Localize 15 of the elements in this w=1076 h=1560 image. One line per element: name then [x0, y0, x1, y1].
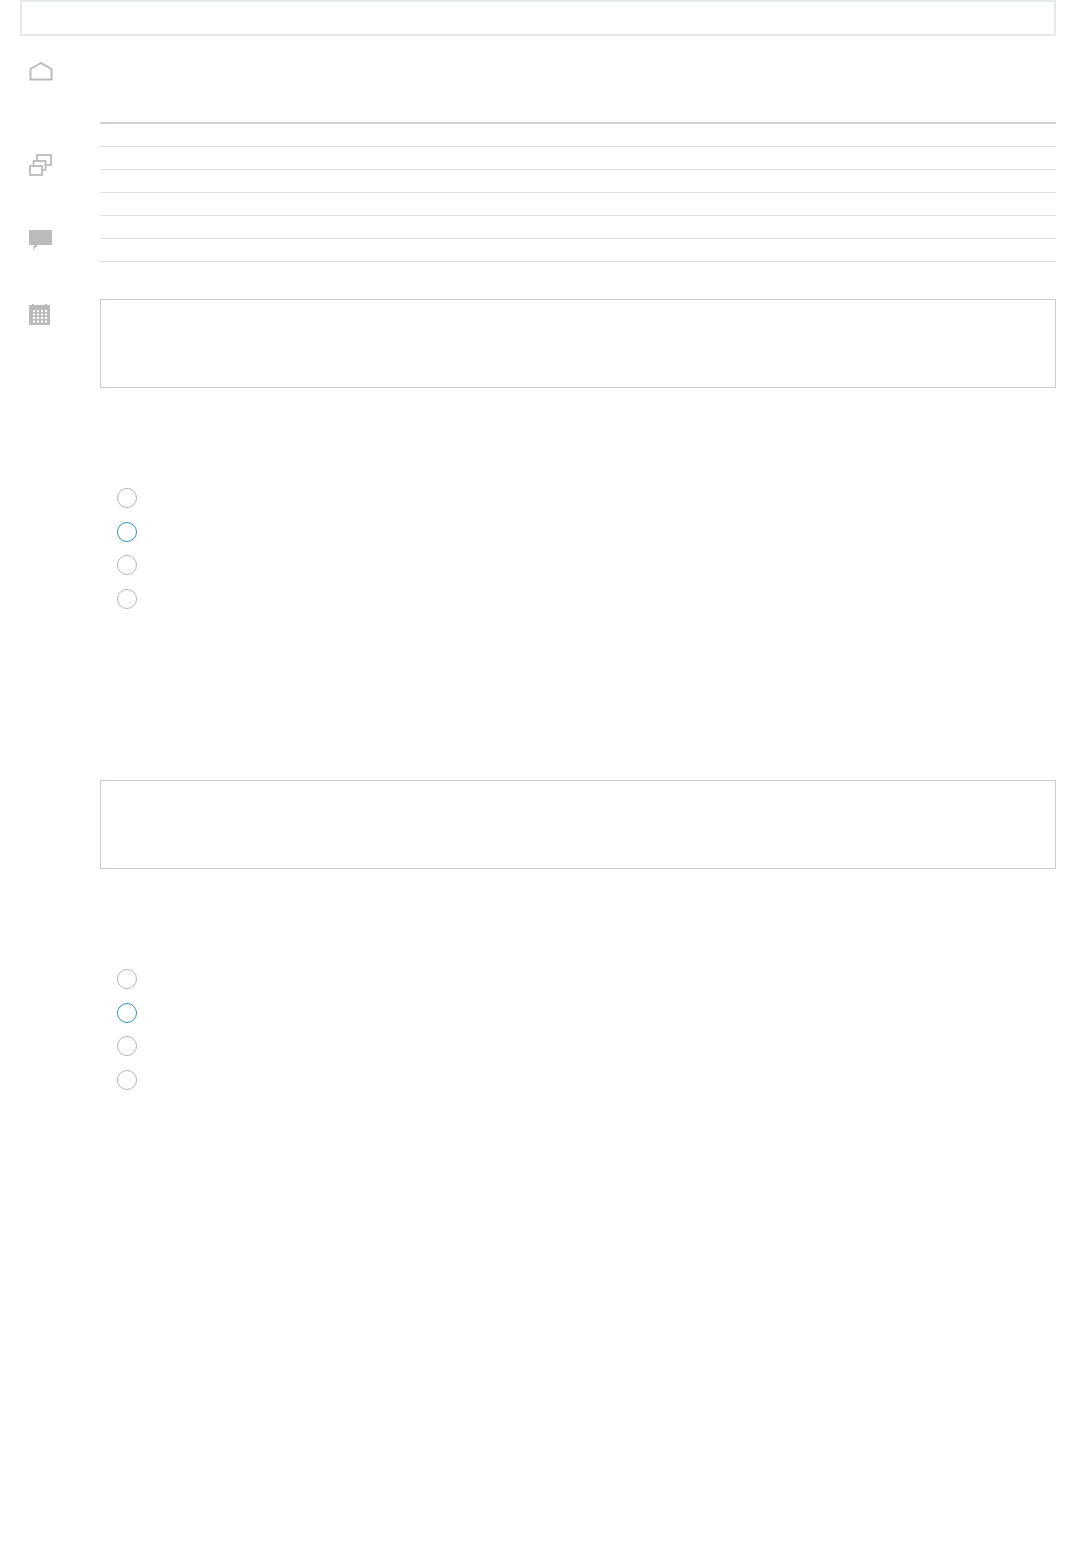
calendar-icon[interactable]: [29, 304, 50, 325]
radio-button[interactable]: [117, 1002, 137, 1023]
radio-button[interactable]: [117, 521, 137, 542]
radio-button[interactable]: [117, 1070, 137, 1091]
radio-button[interactable]: [117, 555, 137, 576]
answer-box[interactable]: [100, 780, 1056, 870]
chat-icon[interactable]: [29, 229, 52, 250]
radio-button[interactable]: [117, 488, 137, 508]
radio-button[interactable]: [117, 969, 137, 990]
home-icon[interactable]: [29, 62, 53, 81]
radio-button[interactable]: [117, 589, 137, 610]
radio-button[interactable]: [117, 1036, 137, 1057]
answer-box[interactable]: [100, 299, 1056, 388]
search-field[interactable]: [20, 0, 1056, 36]
windows-icon[interactable]: [29, 154, 52, 177]
